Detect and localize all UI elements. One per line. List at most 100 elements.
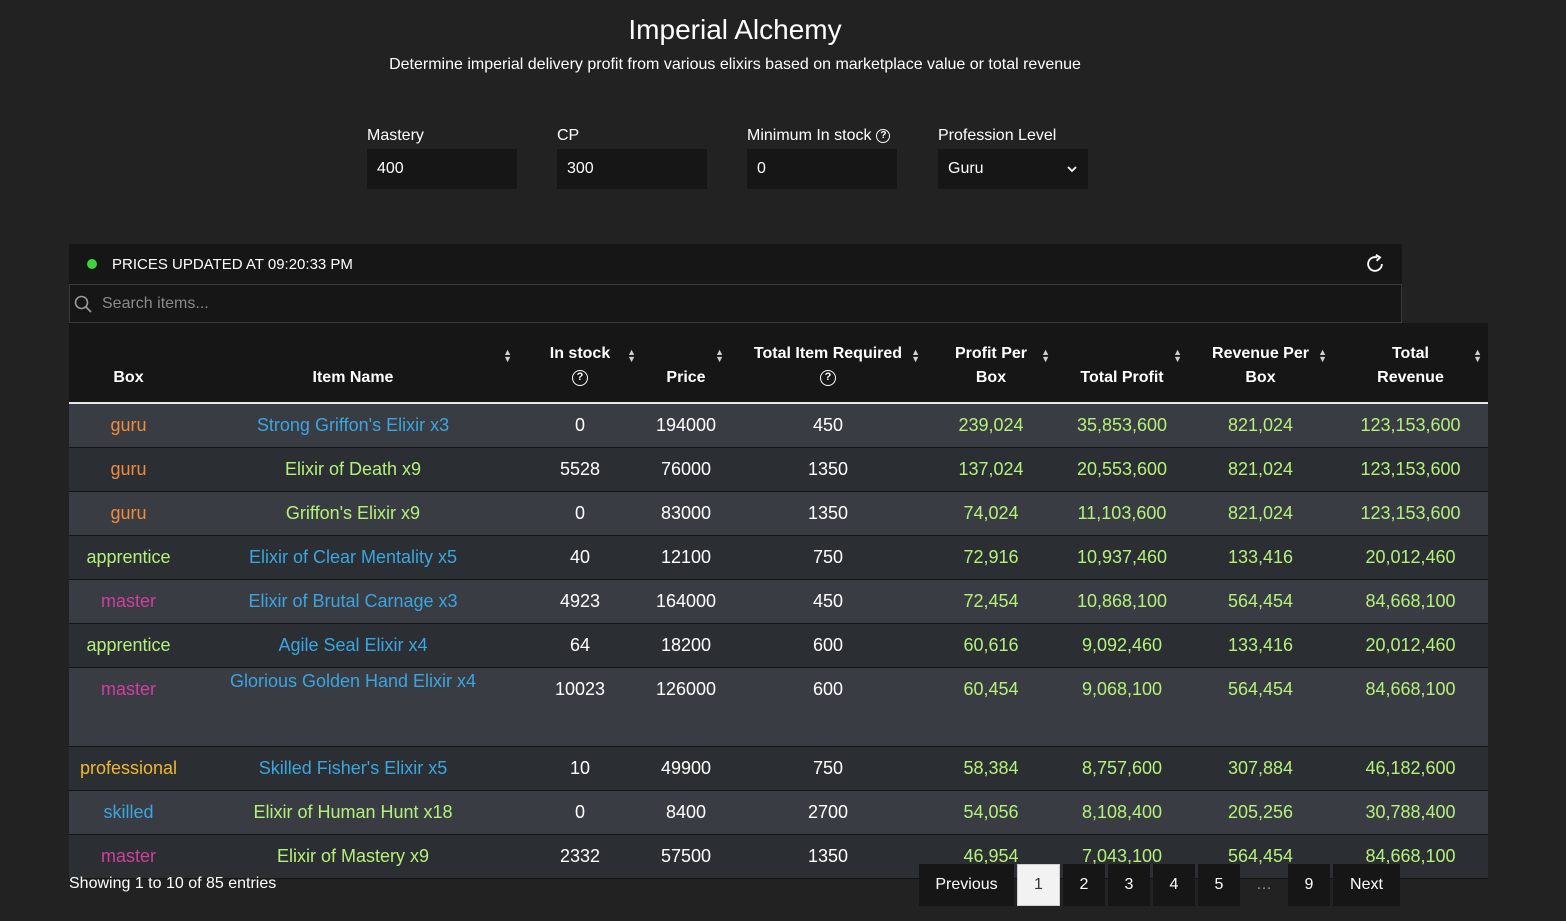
box-cell: professional: [69, 746, 188, 791]
total-profit-cell: 9,068,100: [1056, 667, 1188, 747]
price-cell: 83000: [642, 491, 730, 536]
total-required-cell: 750: [730, 746, 926, 791]
in-stock-cell: 2332: [518, 834, 642, 879]
sort-icon[interactable]: ▲ ▼: [503, 348, 512, 364]
box-cell: master: [69, 834, 188, 879]
item-name-link[interactable]: Elixir of Clear Mentality x5: [188, 535, 518, 580]
help-icon[interactable]: ?: [876, 129, 891, 143]
column-header-line2: Box: [1245, 369, 1276, 386]
in-stock-cell: 0: [518, 403, 642, 448]
total-profit-cell: 9,092,460: [1056, 623, 1188, 668]
item-name-link[interactable]: Elixir of Death x9: [188, 447, 518, 492]
column-header[interactable]: Total Item Required? ▲ ▼: [730, 323, 926, 404]
page-button-4[interactable]: 4: [1153, 864, 1195, 906]
column-header-label: Price: [666, 366, 705, 390]
profit-per-box-cell: 72,916: [926, 535, 1056, 580]
profit-per-box-cell: 72,454: [926, 579, 1056, 624]
total-revenue-cell: 123,153,600: [1333, 491, 1488, 536]
column-header-line1: Revenue Per: [1212, 345, 1309, 362]
page-button-1[interactable]: 1: [1017, 864, 1060, 906]
item-name-link[interactable]: Elixir of Mastery x9: [188, 834, 518, 879]
price-cell: 164000: [642, 579, 730, 624]
total-revenue-cell: 84,668,100: [1333, 579, 1488, 624]
profit-per-box-cell: 74,024: [926, 491, 1056, 536]
cp-field: CP 300: [557, 127, 707, 189]
sort-icon[interactable]: ▲ ▼: [715, 348, 724, 364]
sort-icon[interactable]: ▲ ▼: [1041, 348, 1050, 364]
box-cell: guru: [69, 491, 188, 536]
profit-per-box-cell: 137,024: [926, 447, 1056, 492]
profession-select[interactable]: Guru: [938, 149, 1088, 189]
search-icon: [74, 295, 92, 313]
elixir-table: Box Item Name ▲ ▼ In stock? ▲ ▼ Price ▲ ▼ Total It…: [69, 323, 1488, 879]
refresh-icon[interactable]: [1364, 253, 1386, 275]
column-header[interactable]: Revenue Per Box ▲ ▼: [1188, 323, 1333, 404]
column-header-line2: Total Profit: [1080, 369, 1164, 386]
cp-input[interactable]: 300: [557, 149, 707, 189]
page-button-2[interactable]: 2: [1063, 864, 1105, 906]
previous-page-button[interactable]: Previous: [919, 864, 1014, 906]
next-page-button[interactable]: Next: [1333, 864, 1400, 906]
in-stock-cell: 5528: [518, 447, 642, 492]
column-header-line2: Box: [975, 369, 1007, 386]
table-row: guru Elixir of Death x9 5528 76000 1350 137,0…: [69, 447, 1488, 492]
box-cell: apprentice: [69, 623, 188, 668]
box-cell: skilled: [69, 790, 188, 835]
sort-icon[interactable]: ▲ ▼: [911, 348, 920, 364]
box-cell: guru: [69, 403, 188, 448]
box-cell: master: [69, 579, 188, 624]
help-icon[interactable]: ?: [572, 369, 588, 386]
page-ellipsis: …: [1256, 876, 1272, 893]
profit-per-box-cell: 58,384: [926, 746, 1056, 791]
table-row: master Elixir of Brutal Carnage x3 4923 164…: [69, 579, 1488, 624]
item-name-link[interactable]: Griffon's Elixir x9: [188, 491, 518, 536]
item-name-link[interactable]: Skilled Fisher's Elixir x5: [188, 746, 518, 791]
sort-icon[interactable]: ▲ ▼: [627, 348, 636, 364]
table-row: guru Griffon's Elixir x9 0 83000 1350 74,024 1…: [69, 491, 1488, 536]
total-profit-cell: 8,757,600: [1056, 746, 1188, 791]
item-name-link[interactable]: Elixir of Brutal Carnage x3: [188, 579, 518, 624]
column-header-line1: Profit Per: [954, 345, 1027, 362]
column-header-label: Profit Per Box: [955, 342, 1027, 390]
column-header-line2: ?: [754, 366, 902, 390]
column-header[interactable]: Total Revenue ▲ ▼: [1333, 323, 1488, 404]
box-cell: guru: [69, 447, 188, 492]
column-header[interactable]: Profit Per Box ▲ ▼: [926, 323, 1056, 404]
total-profit-cell: 20,553,600: [1056, 447, 1188, 492]
min-stock-input[interactable]: 0: [747, 149, 897, 189]
page-button-9[interactable]: 9: [1288, 864, 1330, 906]
column-header-label: Box: [113, 366, 143, 390]
page-button-3[interactable]: 3: [1108, 864, 1150, 906]
item-name-link[interactable]: Agile Seal Elixir x4: [188, 623, 518, 668]
item-name-link[interactable]: Glorious Golden Hand Elixir x4: [188, 667, 518, 747]
profit-per-box-cell: 239,024: [926, 403, 1056, 448]
table-row: apprentice Elixir of Clear Mentality x5 40…: [69, 535, 1488, 580]
column-header-line1: Total Item Required: [753, 345, 903, 362]
item-name-link[interactable]: Elixir of Human Hunt x18: [188, 790, 518, 835]
in-stock-cell: 4923: [518, 579, 642, 624]
sort-icon[interactable]: ▲ ▼: [1473, 348, 1482, 364]
min-stock-field: Minimum In stock ? 0: [747, 127, 897, 189]
showing-entries-text: Showing 1 to 10 of 85 entries: [69, 875, 277, 892]
help-icon[interactable]: ?: [819, 369, 836, 386]
column-header[interactable]: Total Profit ▲ ▼: [1056, 323, 1188, 404]
sort-icon[interactable]: ▲ ▼: [1173, 348, 1182, 364]
search-bar: [69, 284, 1402, 323]
sort-icon[interactable]: ▲ ▼: [1318, 348, 1327, 364]
column-header[interactable]: In stock? ▲ ▼: [518, 323, 642, 404]
item-name-link[interactable]: Strong Griffon's Elixir x3: [188, 403, 518, 448]
status-bar: PRICES UPDATED AT 09:20:33 PM: [69, 244, 1402, 284]
page-button-5[interactable]: 5: [1198, 864, 1240, 906]
search-input[interactable]: [100, 293, 1384, 314]
profession-label: Profession Level: [938, 127, 1057, 144]
total-profit-cell: 10,937,460: [1056, 535, 1188, 580]
total-required-cell: 1350: [730, 491, 926, 536]
box-cell: apprentice: [69, 535, 188, 580]
column-header-label: Item Name: [313, 366, 394, 390]
column-header[interactable]: Price ▲ ▼: [642, 323, 730, 404]
price-cell: 18200: [642, 623, 730, 668]
column-header[interactable]: Item Name ▲ ▼: [188, 323, 518, 404]
table-row: master Glorious Golden Hand Elixir x4 1002…: [69, 667, 1488, 747]
total-revenue-cell: 20,012,460: [1333, 623, 1488, 668]
mastery-input[interactable]: 400: [367, 149, 517, 189]
